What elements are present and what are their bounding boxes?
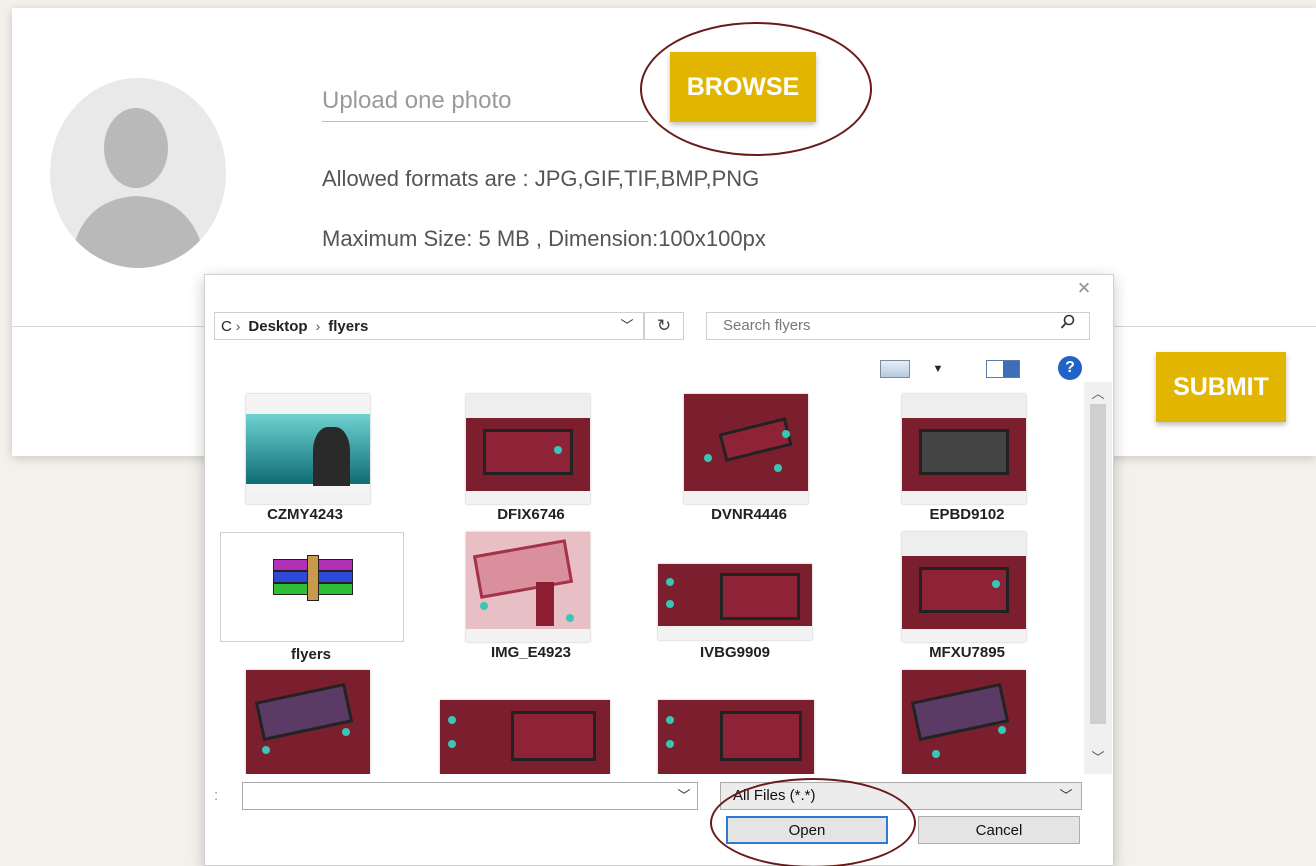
file-name: flyers [290, 646, 332, 663]
file-list[interactable]: CZMY4243 DFIX6746 DVNR4446 EPBD9102 flye… [206, 382, 1084, 774]
file-item[interactable] [892, 670, 1042, 774]
file-type-chevron-icon[interactable]: ﹀ [1054, 784, 1078, 808]
breadcrumb-desktop[interactable]: Desktop [248, 318, 307, 335]
scroll-up-icon[interactable]: ︿ [1084, 384, 1112, 404]
file-name: IVBG9909 [699, 644, 771, 661]
file-thumbnail [246, 394, 370, 504]
file-name: DVNR4446 [711, 506, 787, 523]
search-input[interactable]: Search flyers [706, 312, 1090, 340]
file-item[interactable]: MFXU7895 [892, 532, 1042, 661]
file-list-scrollbar[interactable]: ︿ ﹀ [1084, 382, 1112, 774]
file-name: EPBD9102 [929, 506, 1005, 523]
file-item[interactable]: DVNR4446 [674, 394, 824, 523]
file-name: DFIX6746 [497, 506, 565, 523]
file-name: MFXU7895 [929, 644, 1005, 661]
file-name-label: : [214, 787, 219, 804]
file-item[interactable]: DFIX6746 [456, 394, 606, 523]
file-thumbnail [658, 700, 814, 774]
file-item[interactable] [236, 670, 386, 774]
close-icon[interactable]: × [1070, 276, 1098, 300]
file-item[interactable]: IMG_E4923 [456, 532, 606, 661]
preview-pane-icon[interactable] [986, 360, 1020, 378]
allowed-formats-text: Allowed formats are : JPG,GIF,TIF,BMP,PN… [322, 166, 760, 191]
breadcrumb-separator-icon: › [315, 318, 321, 334]
file-thumbnail [684, 394, 808, 504]
file-item[interactable] [652, 670, 822, 774]
help-icon[interactable]: ? [1058, 356, 1082, 380]
winrar-archive-icon [273, 555, 353, 605]
file-thumbnail [466, 394, 590, 504]
file-item[interactable] [434, 670, 610, 774]
open-button[interactable]: Open [726, 816, 888, 844]
search-icon[interactable] [1054, 314, 1082, 338]
file-name: IMG_E4923 [490, 644, 572, 661]
cancel-button[interactable]: Cancel [918, 816, 1080, 844]
breadcrumb-flyers[interactable]: flyers [328, 318, 368, 335]
change-view-icon[interactable] [880, 360, 910, 378]
avatar-silhouette-icon [50, 78, 226, 268]
folder-archive-thumbnail [220, 532, 404, 642]
view-options-chevron-icon[interactable]: ▼ [928, 360, 948, 378]
file-thumbnail [902, 394, 1026, 504]
file-thumbnail [902, 532, 1026, 642]
file-item[interactable]: IVBG9909 [650, 532, 820, 661]
avatar [50, 78, 226, 268]
file-thumbnail [658, 564, 812, 640]
address-dropdown-chevron-icon[interactable]: ﹀ [614, 314, 640, 338]
file-name-dropdown-chevron-icon[interactable]: ﹀ [672, 784, 696, 808]
file-thumbnail [466, 532, 590, 642]
address-bar[interactable]: C › Desktop › flyers [214, 312, 644, 340]
scroll-down-icon[interactable]: ﹀ [1084, 748, 1112, 768]
submit-button[interactable]: SUBMIT [1156, 352, 1286, 422]
breadcrumb-separator-icon: › [231, 318, 241, 334]
file-item[interactable]: flyers [220, 532, 404, 663]
file-item[interactable]: CZMY4243 [236, 394, 386, 523]
file-name: CZMY4243 [267, 506, 343, 523]
file-name-input[interactable] [242, 782, 698, 810]
breadcrumb-root: C [221, 317, 232, 335]
file-item[interactable]: EPBD9102 [892, 394, 1042, 523]
file-thumbnail [246, 670, 370, 774]
file-thumbnail [440, 700, 610, 774]
file-thumbnail [902, 670, 1026, 774]
file-type-select[interactable]: All Files (*.*) [720, 782, 1082, 810]
scrollbar-thumb[interactable] [1090, 404, 1106, 724]
max-size-text: Maximum Size: 5 MB , Dimension:100x100px [322, 226, 766, 251]
upload-photo-field[interactable]: Upload one photo [322, 86, 648, 122]
browse-button[interactable]: BROWSE [670, 52, 816, 122]
refresh-icon[interactable]: ↻ [644, 312, 684, 340]
